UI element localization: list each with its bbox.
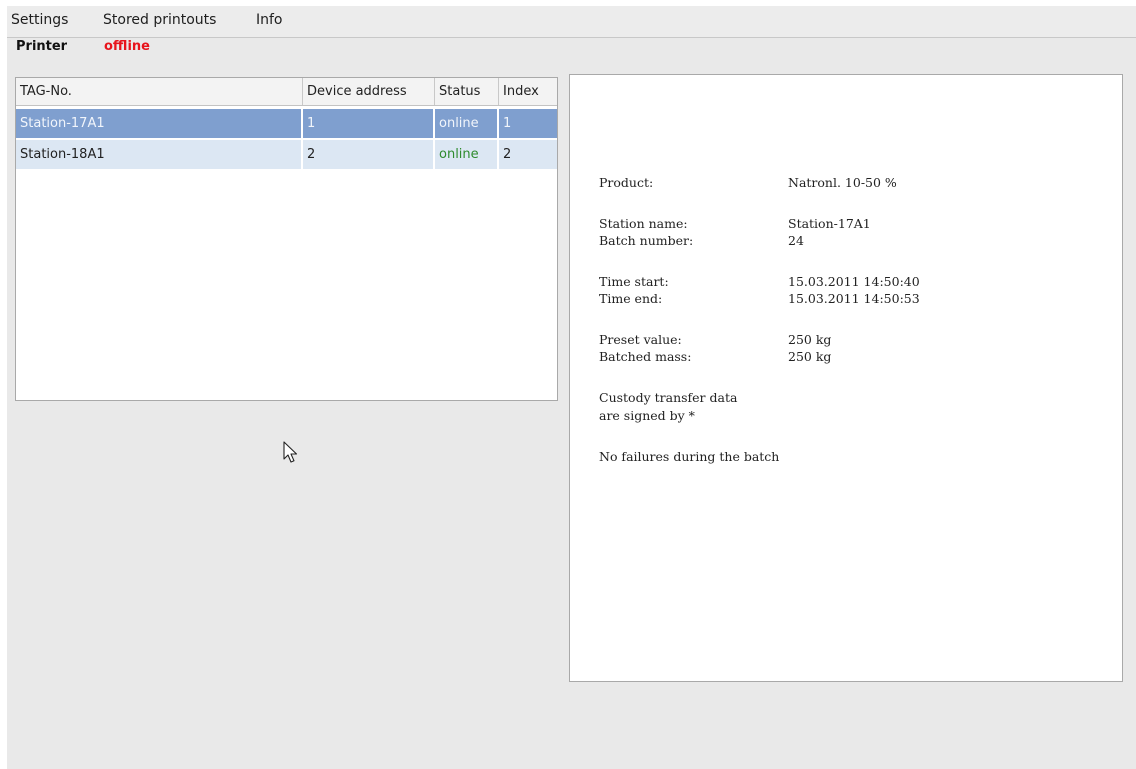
cell-tag-no: Station-18A1 bbox=[16, 140, 303, 169]
mouse-pointer-icon bbox=[283, 441, 298, 463]
cell-device-address: 1 bbox=[303, 109, 435, 138]
time-end-label: Time end: bbox=[599, 291, 663, 306]
cell-status: online bbox=[435, 109, 499, 138]
time-end-value: 15.03.2011 14:50:53 bbox=[788, 291, 920, 306]
column-header-index[interactable]: Index bbox=[499, 78, 557, 105]
cell-index: 1 bbox=[503, 116, 512, 131]
table-header: TAG-No. Device address Status Index bbox=[16, 78, 557, 106]
menu-settings[interactable]: Settings bbox=[11, 12, 68, 28]
cell-status: online bbox=[435, 140, 499, 169]
menu-info[interactable]: Info bbox=[256, 12, 283, 28]
column-header-device-address[interactable]: Device address bbox=[303, 78, 435, 105]
table-row[interactable]: Station-17A1 1 online 1 bbox=[16, 109, 557, 138]
station-table: TAG-No. Device address Status Index Stat… bbox=[15, 77, 558, 401]
cell-index: 2 bbox=[503, 147, 512, 162]
application-window: Settings Stored printouts Info Printer o… bbox=[7, 6, 1136, 769]
menu-bar: Settings Stored printouts Info bbox=[7, 6, 1136, 38]
custody-transfer-line1: Custody transfer data bbox=[599, 390, 738, 405]
table-row[interactable]: Station-18A1 2 online 2 bbox=[16, 140, 557, 169]
printer-status-badge: offline bbox=[104, 39, 150, 54]
printout-preview: Product: Natronl. 10-50 % Station name: … bbox=[569, 74, 1123, 682]
column-header-status[interactable]: Status bbox=[435, 78, 499, 105]
preset-value-label: Preset value: bbox=[599, 332, 682, 347]
column-header-tag-no[interactable]: TAG-No. bbox=[16, 78, 303, 105]
time-start-label: Time start: bbox=[599, 274, 669, 289]
product-value: Natronl. 10-50 % bbox=[788, 175, 897, 190]
product-label: Product: bbox=[599, 175, 654, 190]
batch-number-value: 24 bbox=[788, 233, 804, 248]
batch-number-label: Batch number: bbox=[599, 233, 694, 248]
batched-mass-label: Batched mass: bbox=[599, 349, 692, 364]
failures-note: No failures during the batch bbox=[599, 449, 780, 464]
cell-device-address: 2 bbox=[303, 140, 435, 169]
cell-tag-no: Station-17A1 bbox=[16, 109, 303, 138]
time-start-value: 15.03.2011 14:50:40 bbox=[788, 274, 920, 289]
preset-value-value: 250 kg bbox=[788, 332, 832, 347]
batched-mass-value: 250 kg bbox=[788, 349, 832, 364]
printer-label: Printer bbox=[16, 39, 68, 54]
menu-stored-printouts[interactable]: Stored printouts bbox=[103, 12, 216, 28]
custody-transfer-line2: are signed by * bbox=[599, 408, 695, 423]
station-name-label: Station name: bbox=[599, 216, 688, 231]
station-name-value: Station-17A1 bbox=[788, 216, 871, 231]
